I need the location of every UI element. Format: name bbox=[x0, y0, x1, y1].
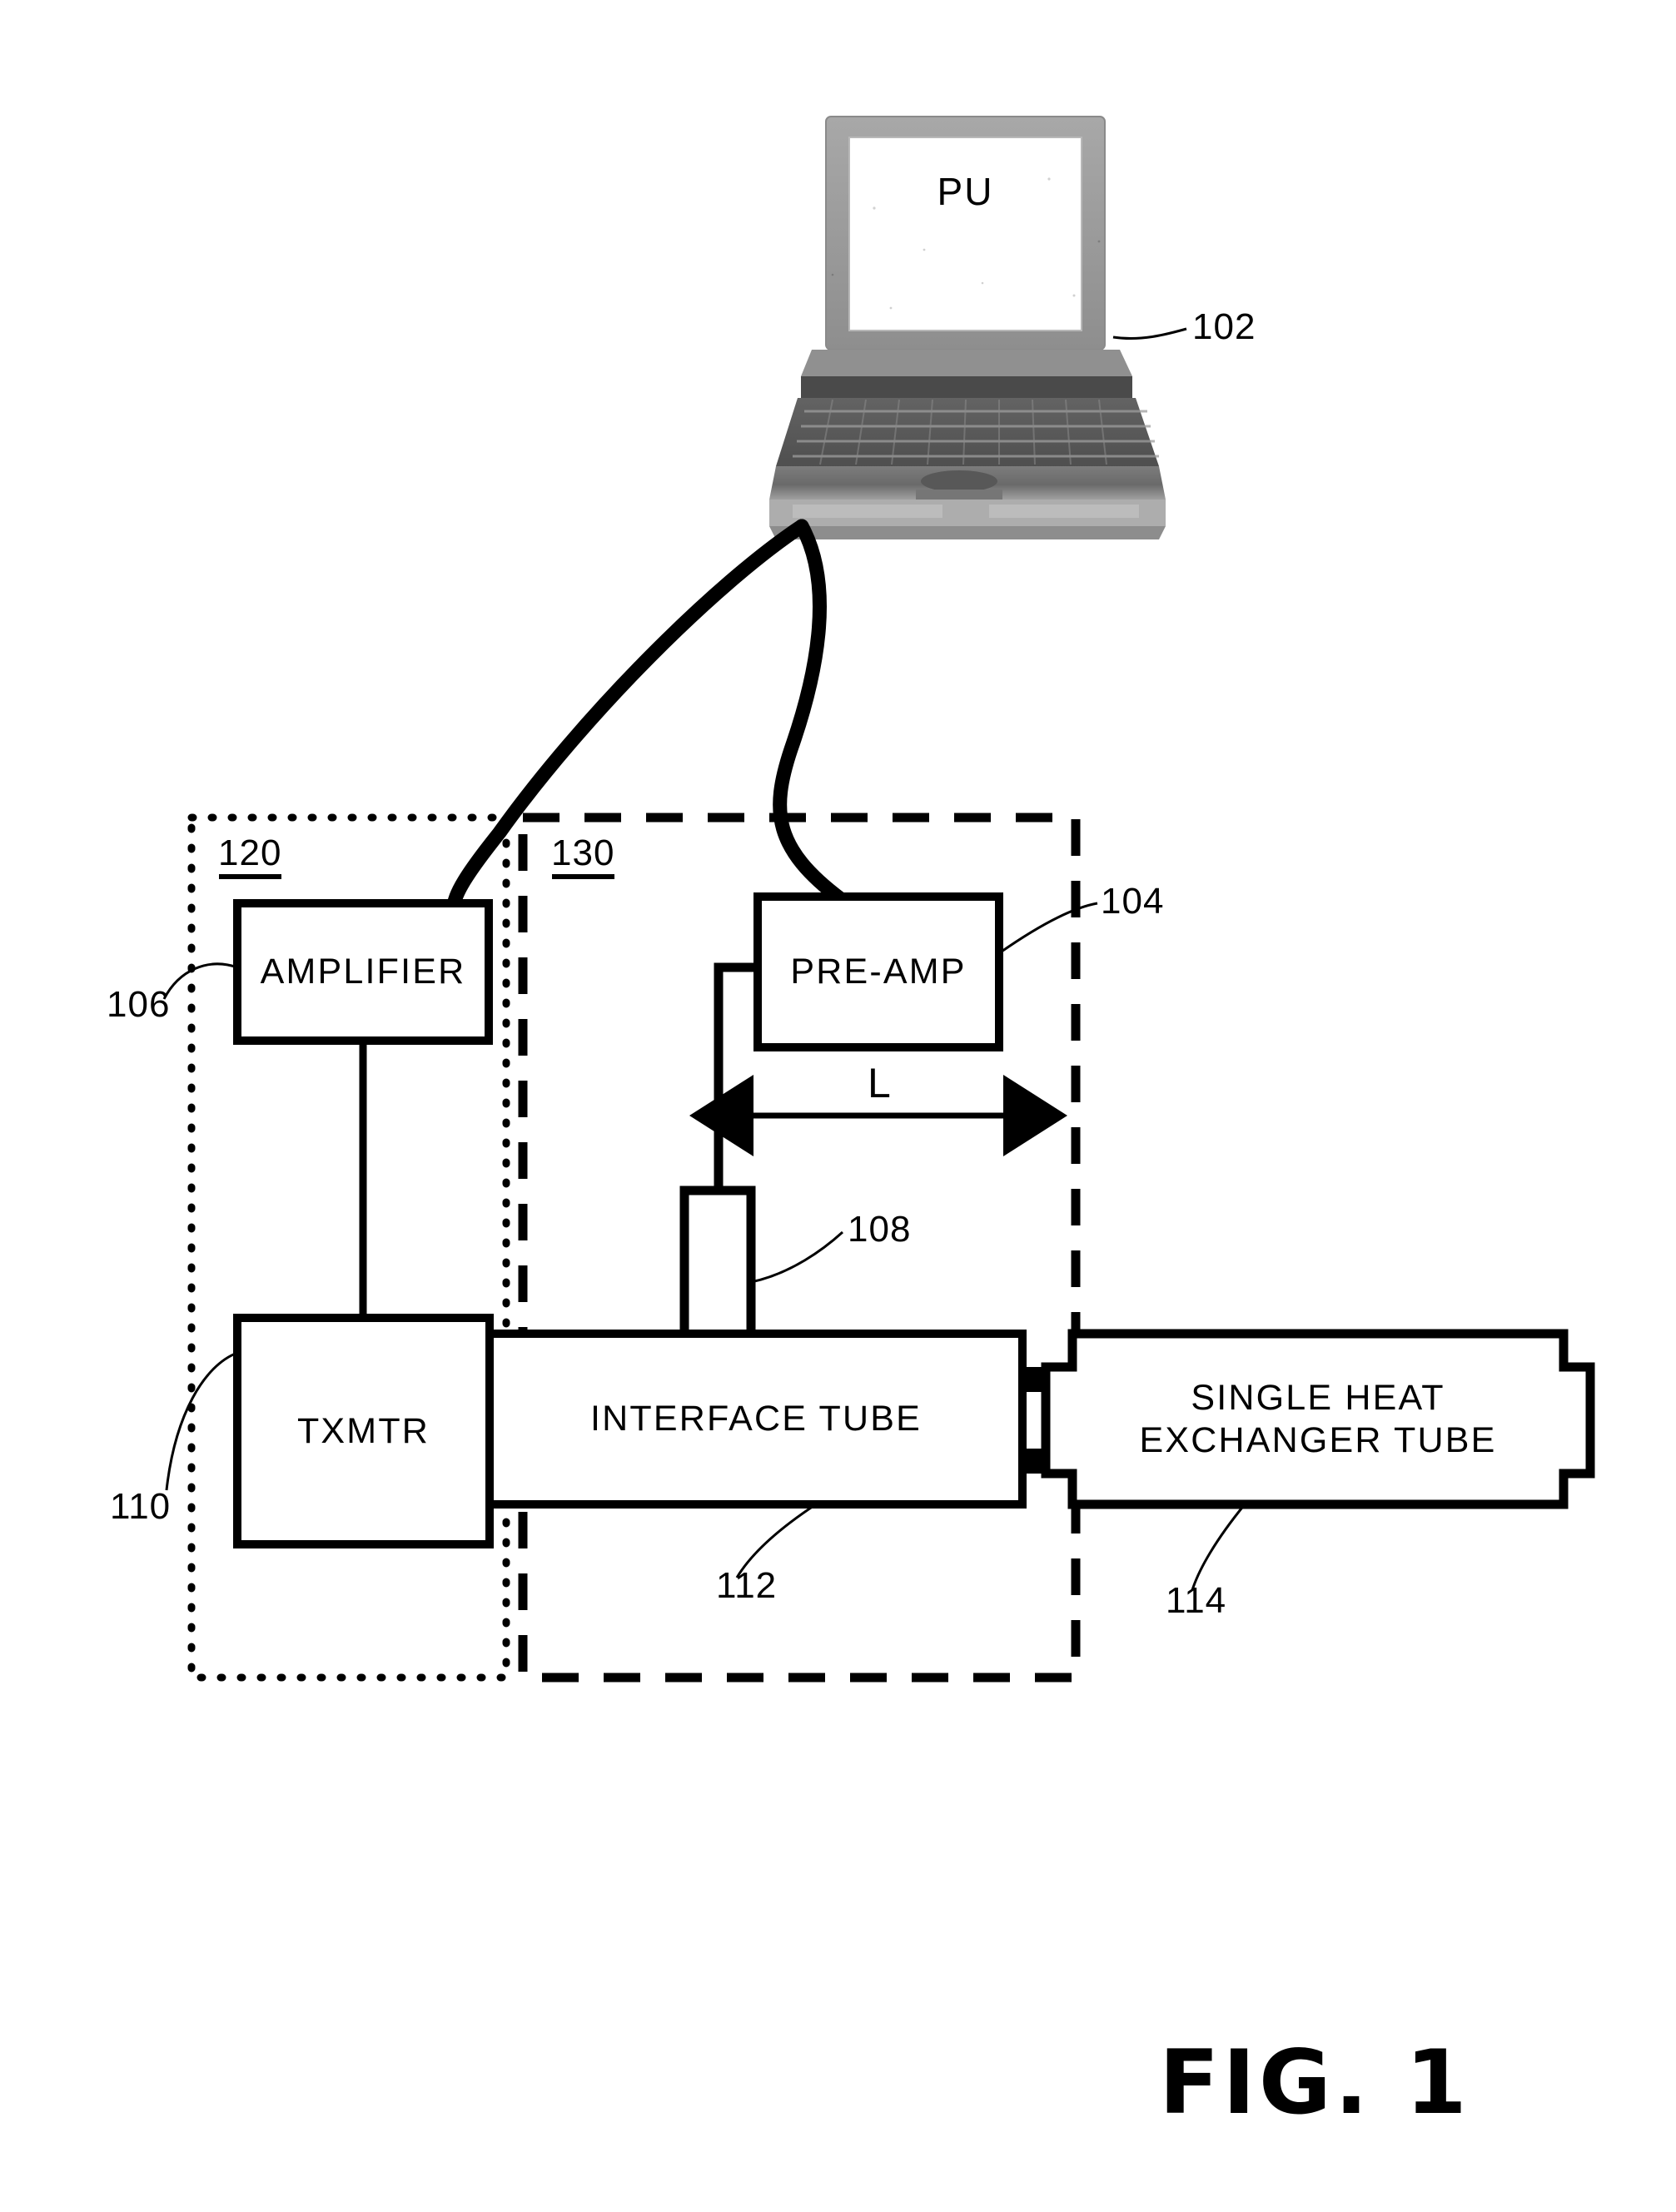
group-label-130: 130 bbox=[551, 833, 615, 873]
interface-tube-label: INTERFACE TUBE bbox=[590, 1399, 922, 1439]
cable-to-amplifier bbox=[446, 519, 809, 915]
ref-label-102: 102 bbox=[1192, 306, 1256, 347]
figure-vector-layer bbox=[162, 116, 1595, 1683]
ref-label-104: 104 bbox=[1101, 881, 1165, 922]
leader-line-104 bbox=[998, 902, 1098, 955]
txmtr-label: TXMTR bbox=[296, 1410, 430, 1451]
leader-line-102 bbox=[1112, 327, 1187, 340]
ref-label-108: 108 bbox=[848, 1209, 912, 1250]
wire-preamp-to-transducer bbox=[714, 962, 758, 1191]
ref-label-106: 106 bbox=[107, 984, 171, 1025]
heat-exchanger-tube-label: SINGLE HEAT EXCHANGER TUBE bbox=[1082, 1349, 1554, 1490]
leader-line-110 bbox=[165, 1351, 238, 1491]
computer-screen-label: PU bbox=[937, 169, 994, 213]
leader-line-114 bbox=[1191, 1504, 1246, 1591]
leader-line-108 bbox=[750, 1230, 844, 1284]
leader-line-106 bbox=[162, 962, 238, 1000]
ref-label-112: 112 bbox=[716, 1565, 778, 1606]
amplifier-label: AMPLIFIER bbox=[260, 952, 466, 992]
cable-to-preamp bbox=[773, 519, 848, 907]
transducer-box bbox=[679, 1186, 756, 1345]
ref-label-110: 110 bbox=[110, 1486, 172, 1527]
preamp-label: PRE-AMP bbox=[790, 952, 967, 992]
group-label-120: 120 bbox=[218, 833, 282, 873]
heat-exchanger-tube-label-line1: SINGLE HEAT bbox=[1191, 1378, 1445, 1419]
ref-label-114: 114 bbox=[1166, 1580, 1227, 1621]
heat-exchanger-tube-label-line2: EXCHANGER TUBE bbox=[1139, 1420, 1497, 1460]
dimension-label-L: L bbox=[868, 1060, 891, 1106]
figure-caption: FIG. 1 bbox=[1159, 2031, 1470, 2134]
patent-figure-canvas: PU 102 120 130 AMPLIFIER 106 TXMTR 110 P… bbox=[0, 0, 1676, 2212]
